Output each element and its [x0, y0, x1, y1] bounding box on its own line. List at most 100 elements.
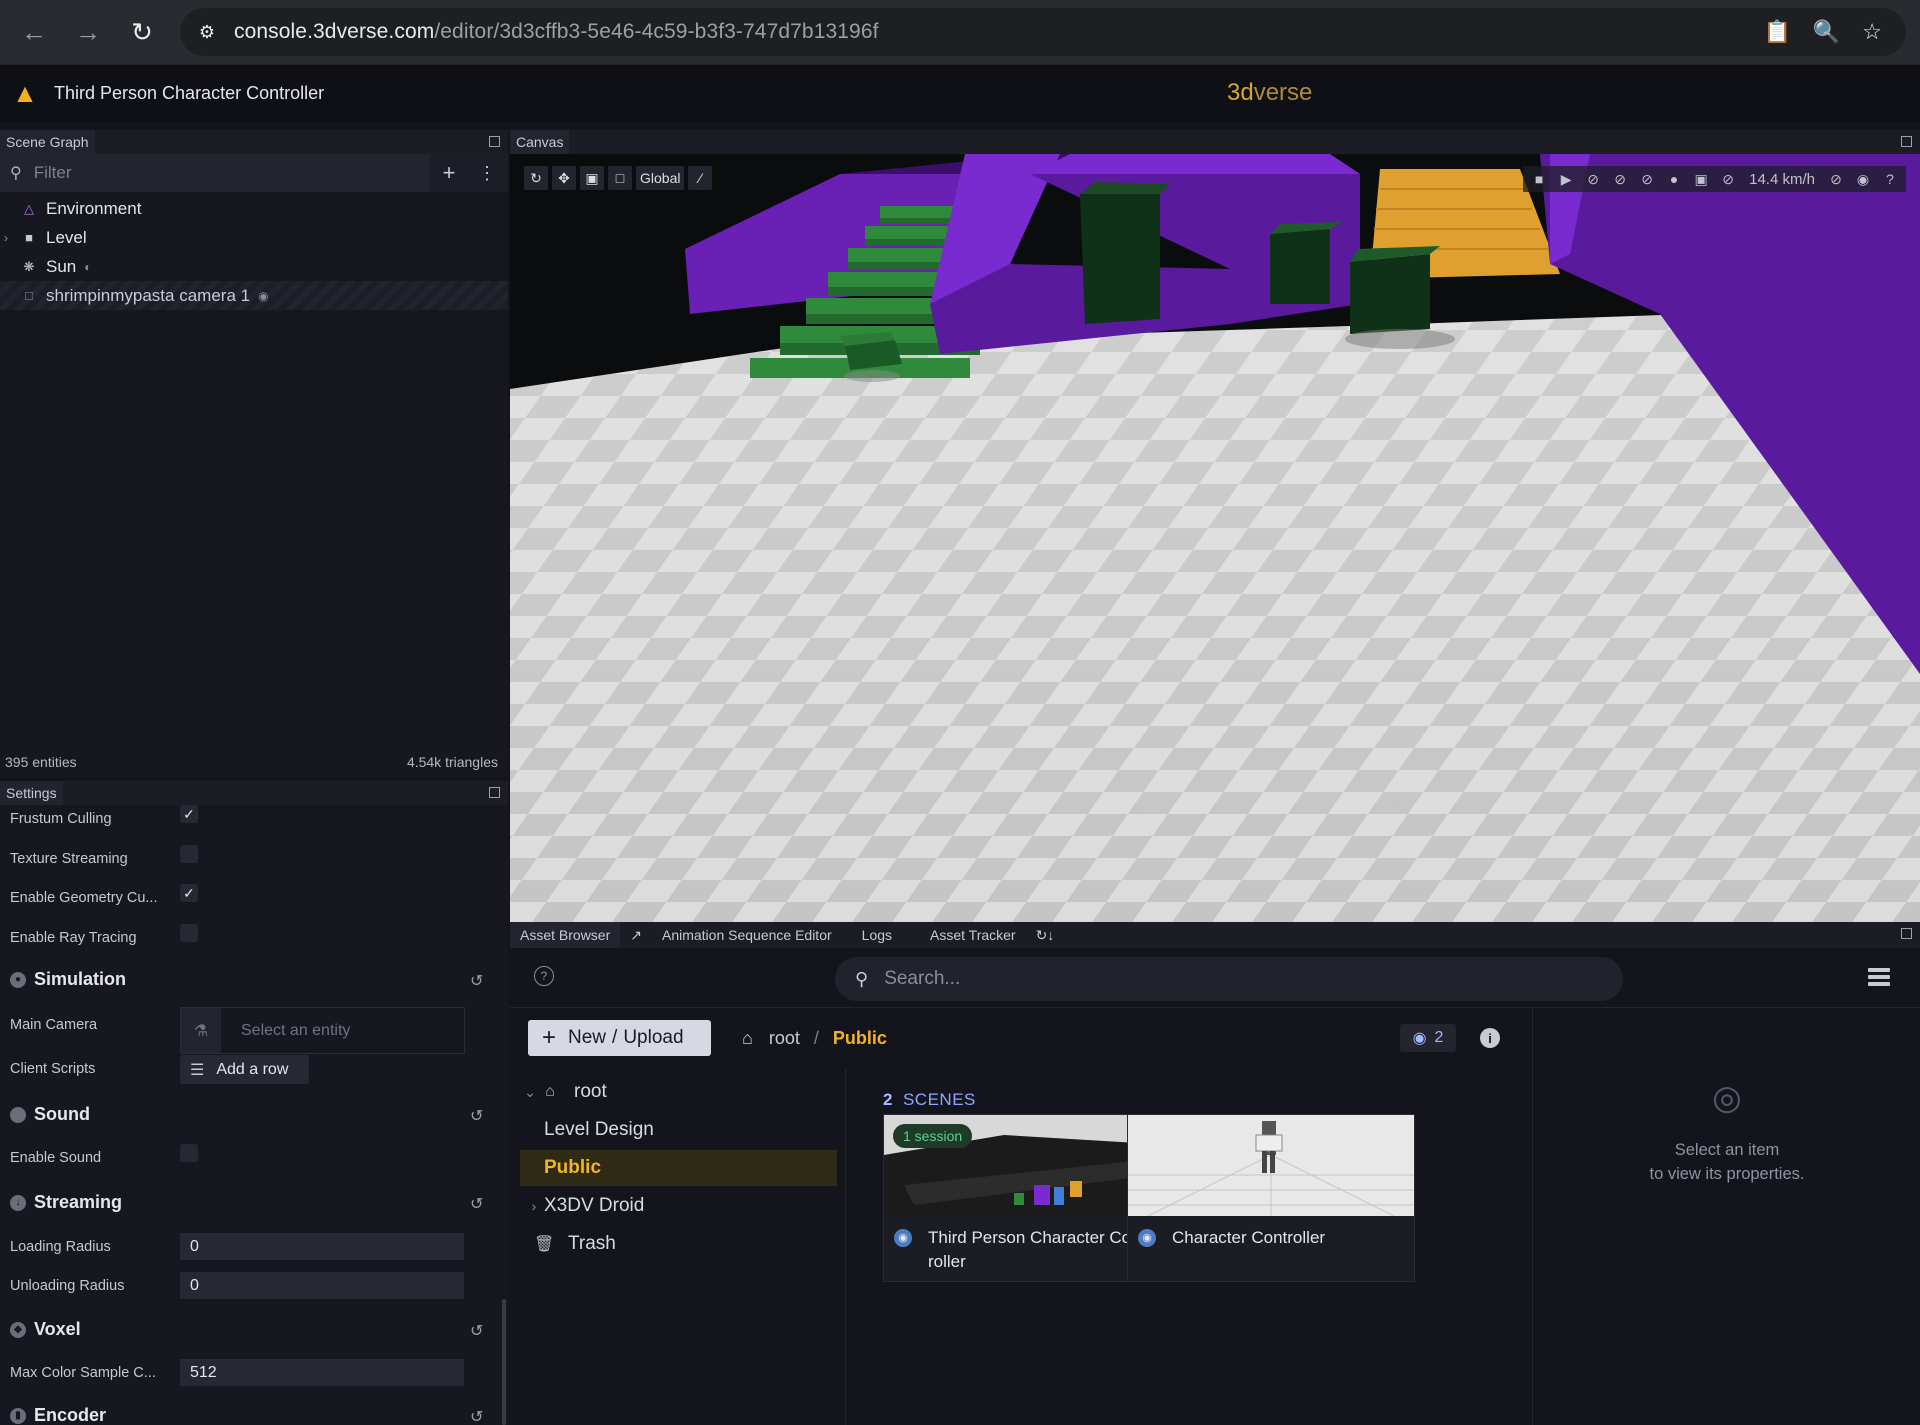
asset-search-input[interactable]: ⚲ Search... — [835, 957, 1623, 1001]
space-mode-toggle[interactable]: Global — [636, 166, 685, 190]
play-icon[interactable]: ▶ — [1554, 167, 1578, 191]
frustum-culling-checkbox[interactable]: ✓ — [180, 805, 198, 823]
settings-tab[interactable]: Settings — [0, 781, 63, 805]
camera-speed[interactable]: 14.4 km/h — [1743, 171, 1821, 188]
physics-toggle-icon[interactable]: ⊘ — [1716, 167, 1740, 191]
chevron-down-icon[interactable]: ⌄ — [520, 1084, 540, 1101]
tab-animation-sequence-editor[interactable]: Animation Sequence Editor — [652, 922, 842, 948]
stop-icon[interactable]: ■ — [1527, 167, 1551, 191]
folder-x3dv-droid[interactable]: › X3DV Droid — [520, 1188, 837, 1224]
simulation-section[interactable]: ● Simulation — [10, 969, 126, 990]
maximize-icon[interactable] — [1901, 136, 1912, 147]
entity-picker-icon: ⚗ — [181, 1008, 221, 1053]
texture-streaming-checkbox[interactable] — [180, 845, 198, 863]
zoom-icon[interactable]: 🔍 — [1813, 19, 1840, 45]
camera-status-icon[interactable]: ◉ — [258, 289, 268, 303]
geometry-culling-checkbox[interactable]: ✓ — [180, 884, 198, 902]
sync-icon[interactable]: ↻↓ — [1026, 922, 1065, 948]
rotate-icon[interactable]: ↻ — [524, 166, 548, 190]
grid-toggle-icon[interactable]: ⊘ — [1608, 167, 1632, 191]
visibility-toggle-icon[interactable]: ◐ — [84, 260, 91, 274]
ray-tracing-checkbox[interactable] — [180, 924, 198, 942]
info-icon[interactable]: i — [1480, 1028, 1500, 1048]
maximize-icon[interactable] — [489, 136, 500, 147]
scene-count-badge[interactable]: ◉ 2 — [1400, 1024, 1456, 1052]
tree-item-environment[interactable]: △ Environment — [0, 194, 508, 223]
reset-icon[interactable]: ↺ — [470, 1106, 483, 1126]
maximize-icon[interactable] — [489, 787, 500, 798]
home-icon[interactable]: ⌂ — [742, 1028, 753, 1049]
rocket-logo-icon[interactable]: ▲ — [12, 78, 38, 109]
breadcrumb-root[interactable]: root — [769, 1028, 800, 1049]
new-upload-button[interactable]: + New / Upload — [528, 1020, 711, 1056]
settings-scrollbar[interactable] — [502, 1299, 506, 1425]
maximize-icon[interactable] — [1901, 928, 1912, 939]
encoder-section[interactable]: ▮ Encoder — [10, 1405, 106, 1425]
scene-graph-tab[interactable]: Scene Graph — [0, 130, 95, 154]
forward-icon[interactable]: → — [68, 12, 108, 52]
plus-icon: + — [542, 1024, 557, 1051]
bookmark-star-icon[interactable]: ☆ — [1862, 19, 1882, 45]
voxel-section[interactable]: ◆ Voxel — [10, 1319, 81, 1340]
scene-render — [510, 154, 1920, 922]
properties-empty-state: Select an item to view its properties. — [1649, 1141, 1805, 1183]
enable-sound-checkbox[interactable] — [180, 1144, 198, 1162]
record-icon[interactable]: ● — [1662, 167, 1686, 191]
external-link-icon[interactable]: ↗ — [620, 922, 652, 948]
tree-item-sun[interactable]: ❋ Sun ◐ — [0, 252, 508, 281]
breadcrumb-current: Public — [832, 1028, 887, 1048]
back-icon[interactable]: ← — [14, 12, 54, 52]
entity-count: 395 entities — [5, 754, 77, 770]
bounds-icon[interactable]: □ — [608, 166, 632, 190]
scenes-grid: 2 SCENES 1 session ◉ Third Person Charact… — [847, 1068, 1531, 1425]
move-icon[interactable]: ✥ — [552, 166, 576, 190]
help-icon[interactable]: ? — [1878, 167, 1902, 191]
debug-toggle-icon[interactable]: ⊘ — [1635, 167, 1659, 191]
tree-item-level[interactable]: › ■ Level — [0, 223, 508, 252]
tab-logs[interactable]: Logs — [852, 922, 902, 948]
scale-icon[interactable]: ▣ — [580, 166, 604, 190]
add-row-icon: ☰ — [190, 1061, 205, 1079]
folder-root[interactable]: ⌄ ⌂ root — [520, 1074, 837, 1110]
streaming-section[interactable]: ↓ Streaming — [10, 1192, 122, 1213]
camera-view-icon[interactable]: ▣ — [1689, 167, 1713, 191]
folder-trash[interactable]: 🗑 Trash — [520, 1226, 837, 1262]
chevron-right-icon[interactable]: › — [4, 231, 8, 245]
gizmo-toggle-icon[interactable]: ⊘ — [1581, 167, 1605, 191]
main-camera-picker[interactable]: ⚗ Select an entity — [180, 1007, 465, 1054]
folder-public[interactable]: Public — [520, 1150, 837, 1186]
add-row-button[interactable]: ☰ Add a row — [180, 1055, 309, 1084]
reload-icon[interactable]: ↻ — [122, 12, 162, 52]
screenshot-icon[interactable]: ◉ — [1851, 167, 1875, 191]
list-view-icon[interactable] — [1868, 968, 1890, 986]
address-bar[interactable]: ⚙ console.3dverse.com/editor/3d3cffb3-5e… — [180, 8, 1906, 56]
add-entity-button[interactable]: + — [430, 160, 468, 186]
snap-icon[interactable]: ⁄ — [688, 166, 713, 190]
tab-asset-browser[interactable]: Asset Browser — [510, 922, 621, 948]
unloading-radius-input[interactable]: 0 — [180, 1272, 464, 1299]
site-settings-icon[interactable]: ⚙ — [194, 19, 220, 45]
help-icon[interactable]: ? — [534, 966, 554, 986]
fly-mode-icon[interactable]: ⊘ — [1824, 167, 1848, 191]
tree-item-camera[interactable]: □ shrimpinmypasta camera 1 ◉ — [0, 281, 508, 310]
max-color-sample-label: Max Color Sample C... — [10, 1365, 156, 1381]
chevron-right-icon[interactable]: › — [524, 1198, 544, 1214]
geometry-culling-label: Enable Geometry Cu... — [10, 890, 158, 906]
canvas-tab[interactable]: Canvas — [510, 130, 570, 154]
loading-radius-input[interactable]: 0 — [180, 1233, 464, 1260]
more-options-icon[interactable]: ⋮ — [468, 163, 506, 184]
sound-section[interactable]: Sound — [10, 1104, 90, 1125]
reset-icon[interactable]: ↺ — [470, 1194, 483, 1214]
scene-card[interactable]: ◉ Character Controller — [1127, 1114, 1415, 1282]
url-text[interactable]: console.3dverse.com/editor/3d3cffb3-5e46… — [234, 20, 879, 44]
reset-icon[interactable]: ↺ — [470, 1321, 483, 1341]
clipboard-icon[interactable]: 📋 — [1763, 19, 1790, 45]
max-color-sample-input[interactable]: 512 — [180, 1359, 464, 1386]
reset-icon[interactable]: ↺ — [470, 1407, 483, 1425]
3d-viewport[interactable]: ↻ ✥ ▣ □ Global ⁄ ■ ▶ ⊘ ⊘ ⊘ ● ▣ ⊘ 14.4 km… — [510, 154, 1920, 922]
reset-icon[interactable]: ↺ — [470, 971, 483, 991]
bottom-tab-bar: Asset Browser ↗ Animation Sequence Edito… — [510, 922, 1920, 948]
tab-asset-tracker[interactable]: Asset Tracker — [920, 922, 1026, 948]
filter-input[interactable]: ⚲ Filter — [0, 154, 430, 192]
folder-level-design[interactable]: Level Design — [520, 1112, 837, 1148]
